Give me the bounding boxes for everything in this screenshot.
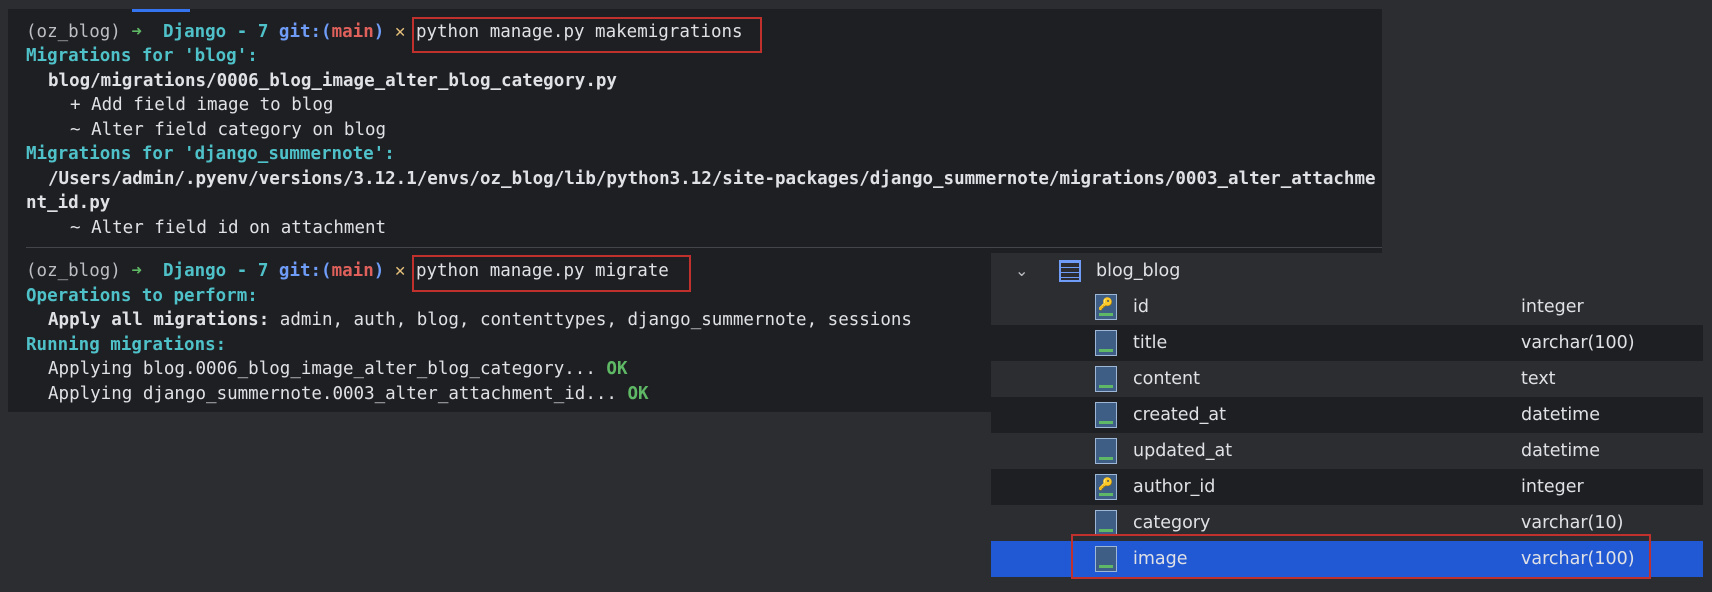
summernote-migration-file-1: /Users/admin/.pyenv/versions/3.12.1/envs… — [48, 169, 1376, 189]
table-name: blog_blog — [1096, 261, 1181, 281]
summernote-migration-op-1: ~ Alter field id on attachment — [70, 218, 387, 238]
prompt-branch: main — [331, 22, 374, 42]
column-type: integer — [1521, 477, 1584, 497]
chevron-down-icon[interactable]: ⌄ — [1015, 261, 1028, 280]
applying-line-2: Applying django_summernote.0003_alter_at… — [26, 382, 649, 406]
apply-list: admin, auth, blog, contenttypes, django_… — [269, 310, 912, 330]
column-type: integer — [1521, 297, 1584, 317]
column-type: varchar(10) — [1521, 513, 1624, 533]
applying-text: Applying blog.0006_blog_image_alter_blog… — [48, 359, 607, 379]
highlight-makemigrations — [412, 17, 762, 53]
prompt-git: git:( — [278, 22, 332, 42]
running-migrations-header: Running migrations: — [26, 335, 227, 355]
apply-all-line: Apply all migrations: admin, auth, blog,… — [26, 308, 912, 332]
column-row-title[interactable]: title varchar(100) — [991, 325, 1703, 361]
prompt-env: (oz_blog) — [26, 22, 121, 42]
prompt-git: git:( — [278, 261, 332, 281]
prompt-dir: Django - 7 — [163, 261, 269, 281]
column-name: id — [1133, 297, 1149, 317]
column-icon — [1095, 402, 1117, 428]
dirty-mark: ✕ — [394, 22, 406, 42]
highlight-migrate — [412, 255, 691, 292]
column-row-updated-at[interactable]: updated_at datetime — [991, 433, 1703, 469]
column-icon — [1095, 510, 1117, 536]
prompt-dir: Django - 7 — [163, 22, 269, 42]
blog-migrations-header: Migrations for 'blog': — [26, 46, 258, 66]
table-icon — [1059, 260, 1081, 282]
blog-migration-op-1: + Add field image to blog — [70, 95, 334, 115]
prompt-arrow: ➜ — [131, 22, 142, 42]
column-name: updated_at — [1133, 441, 1233, 461]
column-name: content — [1133, 369, 1201, 389]
applying-line-1: Applying blog.0006_blog_image_alter_blog… — [26, 357, 627, 381]
operations-header: Operations to perform: — [26, 286, 258, 306]
column-icon — [1095, 330, 1117, 356]
column-type: datetime — [1521, 405, 1600, 425]
column-icon — [1095, 366, 1117, 392]
column-type: text — [1521, 369, 1556, 389]
primary-key-icon — [1095, 294, 1117, 320]
column-name: title — [1133, 333, 1168, 353]
column-row-content[interactable]: content text — [991, 361, 1703, 397]
ok-status: OK — [627, 384, 649, 404]
column-name: author_id — [1133, 477, 1216, 497]
column-type: datetime — [1521, 441, 1600, 461]
blog-migration-op-2: ~ Alter field category on blog — [70, 120, 387, 140]
prompt-git-close: ) — [373, 22, 385, 42]
column-icon — [1095, 438, 1117, 464]
dirty-mark: ✕ — [394, 261, 406, 281]
table-node-blog-blog[interactable]: ⌄ blog_blog — [991, 253, 1703, 289]
summernote-migrations-header: Migrations for 'django_summernote': — [26, 144, 395, 164]
prompt-git-close: ) — [373, 261, 385, 281]
foreign-key-icon — [1095, 474, 1117, 500]
column-row-created-at[interactable]: created_at datetime — [991, 397, 1703, 433]
ok-status: OK — [606, 359, 628, 379]
active-tab-indicator — [132, 9, 190, 12]
prompt-branch: main — [331, 261, 374, 281]
highlight-image-column — [1071, 534, 1651, 579]
prompt-arrow: ➜ — [131, 261, 142, 281]
column-row-id[interactable]: id integer — [991, 289, 1703, 325]
blog-migration-file: blog/migrations/0006_blog_image_alter_bl… — [48, 71, 617, 91]
column-row-author-id[interactable]: author_id integer — [991, 469, 1703, 505]
command-separator — [26, 247, 1382, 248]
column-type: varchar(100) — [1521, 333, 1635, 353]
summernote-migration-file-2: nt_id.py — [26, 193, 111, 213]
apply-label: Apply all migrations: — [48, 310, 270, 330]
column-name: category — [1133, 513, 1211, 533]
prompt-env: (oz_blog) — [26, 261, 121, 281]
applying-text: Applying django_summernote.0003_alter_at… — [48, 384, 628, 404]
column-name: created_at — [1133, 405, 1226, 425]
